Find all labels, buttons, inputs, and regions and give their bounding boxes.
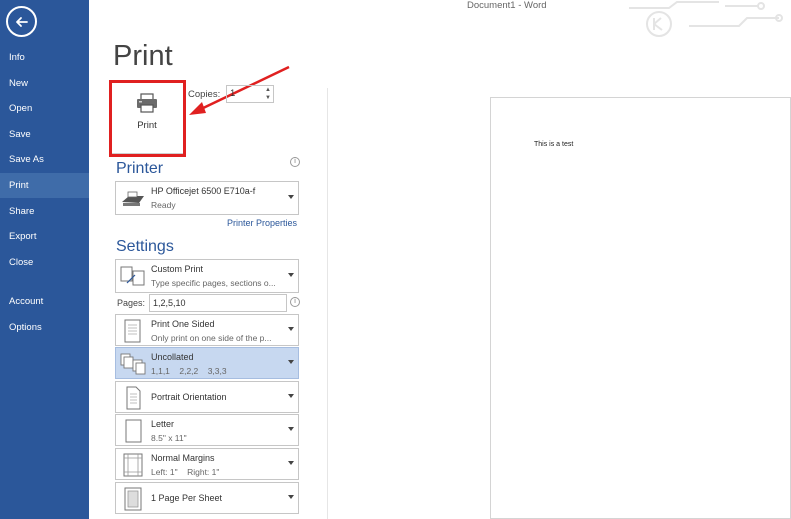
printer-status: Ready [151,200,176,210]
margins-dropdown-arrow-icon [288,461,294,465]
nav-save-as[interactable]: Save As [0,147,89,172]
printer-dropdown-arrow-icon [288,195,294,199]
page-title: Print [113,40,173,72]
nav-print[interactable]: Print [0,173,89,198]
copies-label: Copies: [188,89,221,100]
printer-name: HP Officejet 6500 E710a-f [151,186,256,196]
copies-decrement-icon[interactable]: ▼ [265,95,271,101]
nav-close[interactable]: Close [0,250,89,275]
paper-size-title: Letter [151,419,175,429]
collation-desc: 1,1,1 2,2,2 3,3,3 [151,366,227,376]
sides-title: Print One Sided [151,319,215,329]
print-scope-desc: Type specific pages, sections o... [151,278,276,288]
margins-desc: Left: 1" Right: 1" [151,467,220,477]
collation-dropdown-arrow-icon [288,360,294,364]
paper-size-dropdown-arrow-icon [288,427,294,431]
orientation-select[interactable]: Portrait Orientation [115,381,299,413]
settings-heading: Settings [116,238,174,255]
uncollated-icon [120,353,146,375]
paper-size-select[interactable]: Letter 8.5" x 11" [115,414,299,446]
sides-dropdown-arrow-icon [288,327,294,331]
printer-heading: Printer [116,160,164,177]
printer-select[interactable]: HP Officejet 6500 E710a-f Ready [115,181,299,215]
pages-input[interactable]: 1,2,5,10 [149,294,287,312]
pages-per-sheet-dropdown-arrow-icon [288,495,294,499]
margins-select[interactable]: Normal Margins Left: 1" Right: 1" [115,448,299,480]
print-pane: Document1 - Word Print Print Copies: 1 ▲… [89,0,791,519]
preview-page-text: This is a test [534,141,574,148]
nav-share[interactable]: Share [0,199,89,224]
printer-icon [137,93,157,113]
window-title: Document1 - Word [467,0,547,11]
print-scope-title: Custom Print [151,264,204,274]
nav-open[interactable]: Open [0,96,89,121]
printer-info-icon[interactable]: i [290,157,300,167]
decorative-circuit-pattern [629,1,783,37]
printer-device-icon [122,191,144,206]
sides-desc: Only print on one side of the p... [151,333,272,343]
preview-page: This is a test [490,97,791,519]
nav-export[interactable]: Export [0,224,89,249]
custom-print-icon [120,266,145,286]
pages-per-sheet-icon [124,487,142,511]
nav-options[interactable]: Options [0,315,89,340]
pages-per-sheet-title: 1 Page Per Sheet [151,493,223,503]
paper-size-desc: 8.5" x 11" [151,433,187,443]
back-arrow-icon [15,16,28,27]
print-button-label: Print [137,120,157,131]
orientation-title: Portrait Orientation [151,392,227,402]
pages-per-sheet-select[interactable]: 1 Page Per Sheet [115,482,299,514]
nav-save[interactable]: Save [0,122,89,147]
collation-select[interactable]: Uncollated 1,1,1 2,2,2 3,3,3 [115,347,299,379]
portrait-orientation-icon [126,386,141,410]
printer-properties-link[interactable]: Printer Properties [227,218,297,228]
print-scope-dropdown-arrow-icon [288,273,294,277]
pages-label: Pages: [117,298,146,308]
normal-margins-icon [123,453,143,477]
pages-info-icon[interactable]: i [290,297,300,307]
copies-increment-icon[interactable]: ▲ [265,87,271,93]
backstage-sidebar: Info New Open Save Save As Print Share E… [0,0,89,519]
one-sided-icon [124,319,141,343]
letter-paper-icon [125,419,142,443]
print-button[interactable]: Print [110,82,184,154]
orientation-dropdown-arrow-icon [288,394,294,398]
print-scope-select[interactable]: Custom Print Type specific pages, sectio… [115,259,299,293]
back-button[interactable] [6,6,37,37]
nav-new[interactable]: New [0,71,89,96]
margins-title: Normal Margins [151,453,215,463]
nav-account[interactable]: Account [0,289,89,314]
nav-info[interactable]: Info [0,45,89,70]
collation-title: Uncollated [151,352,194,362]
sides-select[interactable]: Print One Sided Only print on one side o… [115,314,299,346]
